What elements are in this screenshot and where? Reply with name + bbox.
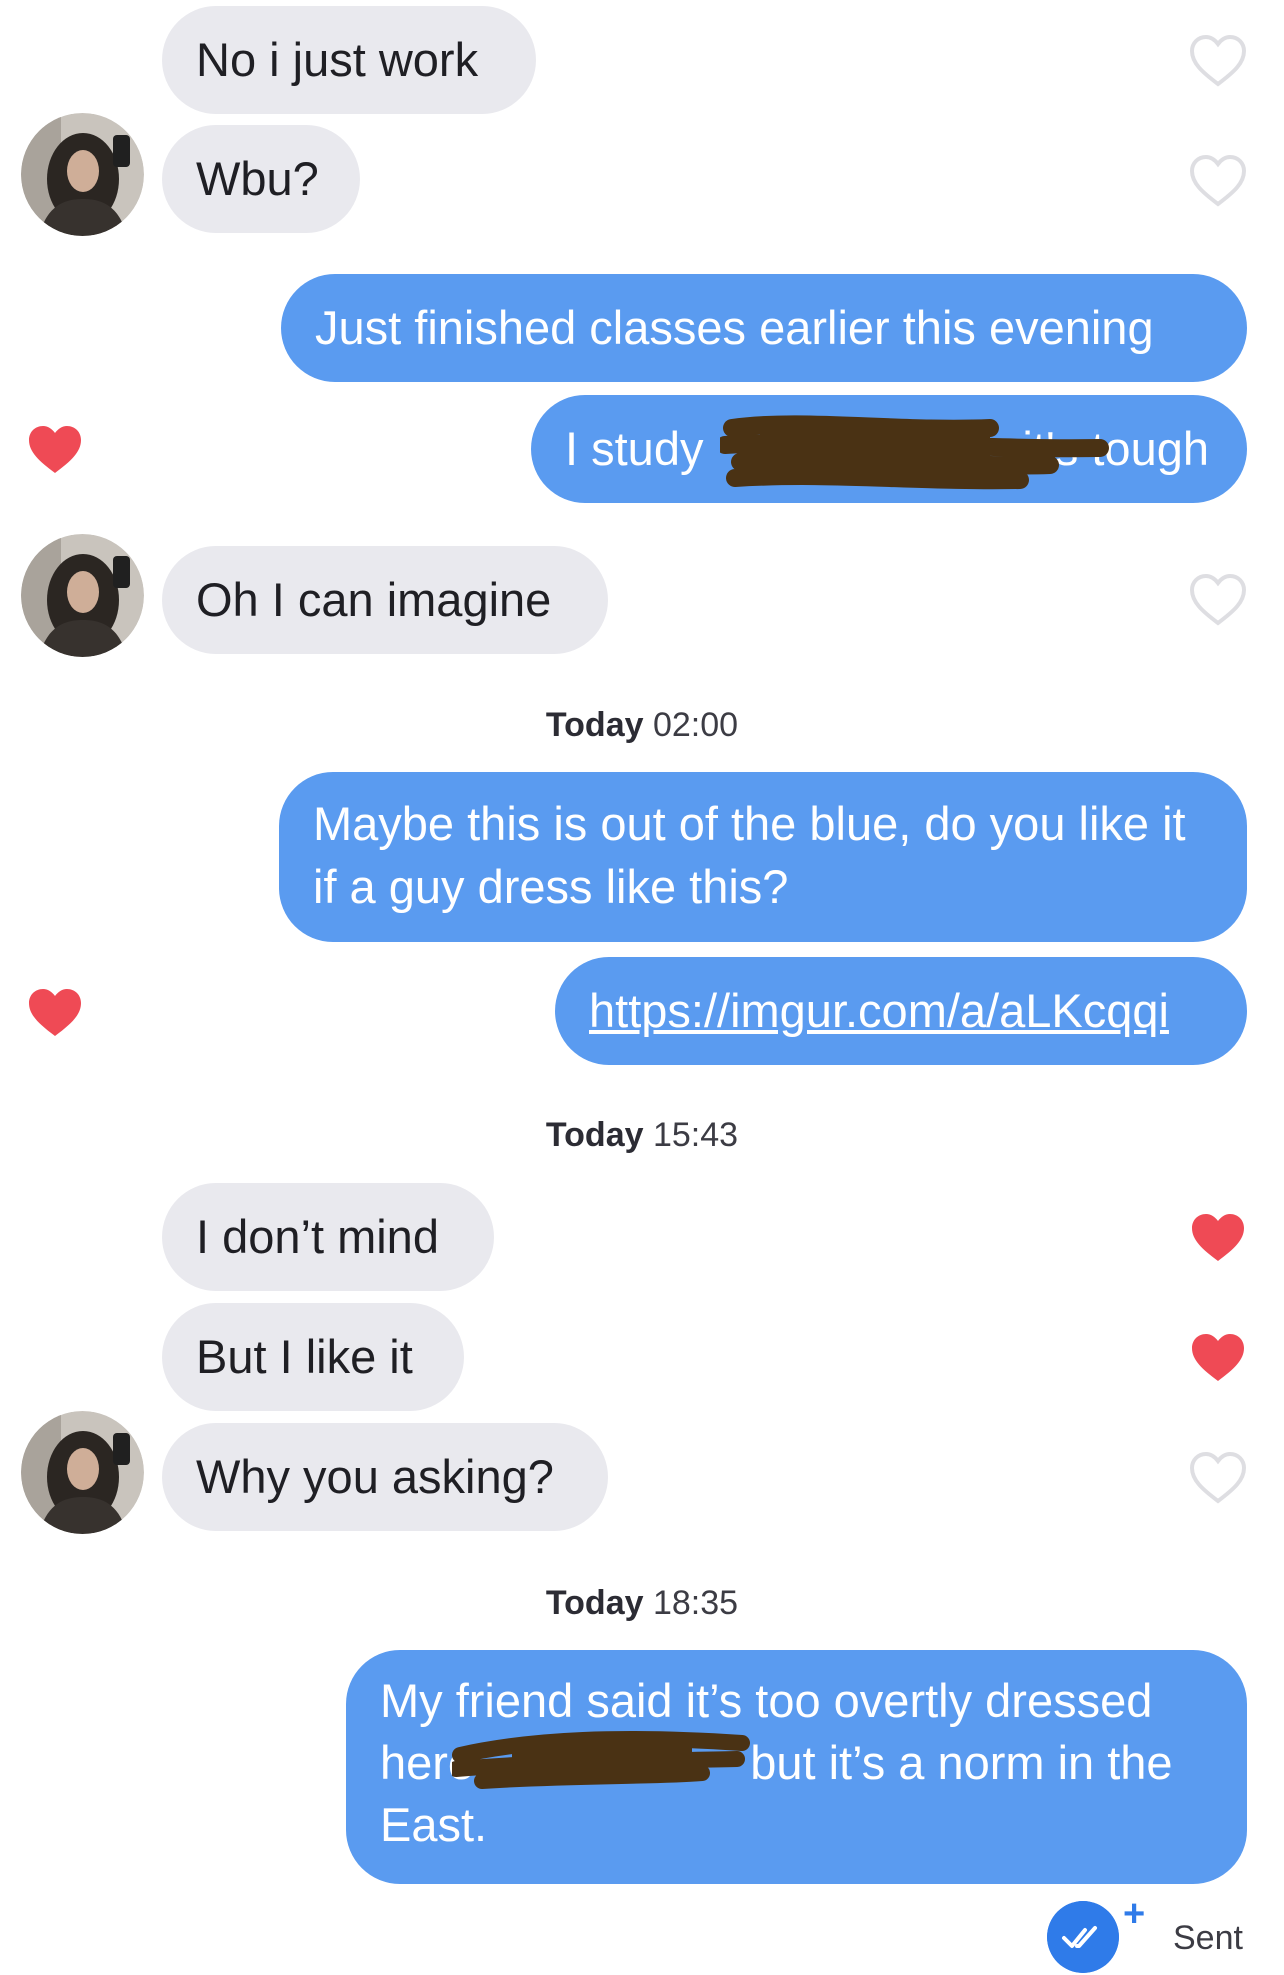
heart-filled-icon[interactable] [27,987,83,1039]
timestamp-time: 18:35 [652,1584,739,1622]
heart-outline-icon[interactable] [1190,35,1246,87]
message-text-start: I study [565,422,704,475]
message-bubble-incoming[interactable]: Wbu? [162,125,360,233]
message-text-end: it's tough [1022,422,1209,475]
message-bubble-incoming[interactable]: Why you asking? [162,1423,608,1531]
message-bubble-incoming[interactable]: Oh I can imagine [162,546,608,654]
message-bubble-outgoing[interactable]: https://imgur.com/a/aLKcqqi [555,957,1247,1065]
plus-icon: + [1123,1893,1146,1935]
heart-outline-icon[interactable] [1190,574,1246,626]
timestamp-day: Today [545,1584,644,1622]
message-bubble-outgoing[interactable]: Maybe this is out of the blue, do you li… [279,772,1247,942]
heart-outline-icon[interactable] [1190,1452,1246,1504]
message-bubble-outgoing[interactable]: My friend said it’s too overtly dressed … [346,1650,1247,1884]
contact-avatar[interactable] [21,1411,144,1534]
contact-avatar[interactable] [21,113,144,236]
timestamp-time: 15:43 [652,1116,739,1154]
heart-filled-icon[interactable] [1190,1332,1246,1384]
message-text-end: but it’s a norm in the East. [380,1736,1173,1851]
message-status: + Sent [1045,1893,1284,1973]
message-link[interactable]: https://imgur.com/a/aLKcqqi [589,984,1169,1037]
timestamp-time: 02:00 [652,706,739,744]
heart-outline-icon[interactable] [1190,155,1246,207]
timestamp-divider: Today 15:43 [0,1116,1284,1155]
message-bubble-outgoing[interactable]: I study it's tough [531,395,1247,503]
timestamp-day: Today [545,1116,644,1154]
timestamp-divider: Today 02:00 [0,706,1284,745]
timestamp-day: Today [545,706,644,744]
message-bubble-incoming[interactable]: But I like it [162,1303,464,1411]
timestamp-divider: Today 18:35 [0,1584,1284,1623]
message-bubble-incoming[interactable]: I don’t mind [162,1183,494,1291]
chat-thread: No i just work Wbu? Just finished classe… [0,0,1284,1975]
heart-filled-icon[interactable] [1190,1212,1246,1264]
sent-status-label: Sent [1173,1919,1243,1957]
double-check-icon [1047,1901,1119,1973]
contact-avatar[interactable] [21,534,144,657]
heart-filled-icon[interactable] [27,424,83,476]
message-bubble-incoming[interactable]: No i just work [162,6,536,114]
message-bubble-outgoing[interactable]: Just finished classes earlier this eveni… [281,274,1247,382]
